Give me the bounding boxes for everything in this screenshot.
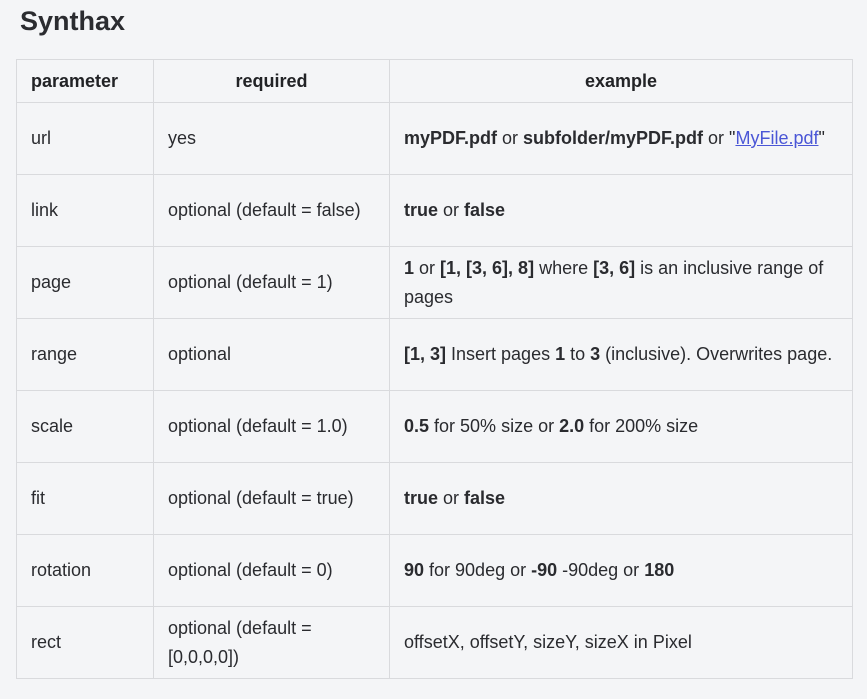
example-code: [1, [3, 6], 8]	[440, 257, 535, 278]
example-text: (inclusive). Overwrites page.	[600, 344, 833, 364]
example-code: subfolder/myPDF.pdf	[523, 128, 704, 148]
table-row: url yes myPDF.pdf or subfolder/myPDF.pdf o…	[16, 102, 853, 175]
example-code: 3	[590, 344, 601, 364]
cell-parameter: link	[16, 174, 154, 247]
table-row: rect optional (default = [0,0,0,0]) offset…	[16, 606, 853, 679]
cell-example: 1 or [1, [3, 6], 8] where [3, 6] is an i…	[389, 246, 853, 319]
cell-parameter: page	[16, 246, 154, 319]
cell-required: optional (default = [0,0,0,0])	[153, 606, 390, 679]
example-code: myPDF.pdf	[404, 128, 498, 148]
table-row: rotation optional (default = 0) 90 for 90d…	[16, 534, 853, 607]
cell-required: optional (default = true)	[153, 462, 390, 535]
cell-required: optional (default = false)	[153, 174, 390, 247]
table-row: scale optional (default = 1.0) 0.5 for 50%…	[16, 390, 853, 463]
example-code: true	[404, 488, 439, 508]
example-code: true	[404, 200, 439, 220]
header-parameter: parameter	[16, 59, 154, 103]
header-row: parameter required example	[16, 59, 853, 103]
cell-required: optional (default = 0)	[153, 534, 390, 607]
example-text: or	[438, 200, 465, 220]
example-code: 90	[404, 560, 425, 580]
cell-example: true or false	[389, 462, 853, 535]
example-text: Insert pages	[446, 344, 556, 364]
example-code: false	[464, 488, 506, 508]
table-header: parameter required example	[16, 59, 853, 103]
header-example: example	[389, 59, 853, 103]
cell-parameter: rect	[16, 606, 154, 679]
example-text: or	[414, 257, 441, 278]
cell-required: optional	[153, 318, 390, 391]
example-text: -90deg or	[557, 560, 645, 580]
cell-example: true or false	[389, 174, 853, 247]
example-text: "	[818, 128, 825, 148]
example-text: or "	[703, 128, 736, 148]
table-row: fit optional (default = true) true or fals…	[16, 462, 853, 535]
example-text: for 90deg or	[424, 560, 532, 580]
example-code: false	[464, 200, 506, 220]
example-code: -90	[531, 560, 558, 580]
cell-required: optional (default = 1)	[153, 246, 390, 319]
page-title: Synthax	[20, 6, 126, 36]
example-code: [1, 3]	[404, 344, 447, 364]
cell-example: 90 for 90deg or -90 -90deg or 180	[389, 534, 853, 607]
example-text: for 50% size or	[429, 416, 560, 436]
example-code: 0.5	[404, 416, 430, 436]
cell-parameter: fit	[16, 462, 154, 535]
cell-example: offsetX, offsetY, sizeY, sizeX in Pixel	[389, 606, 853, 679]
cell-parameter: rotation	[16, 534, 154, 607]
example-text: where	[534, 257, 594, 278]
example-text: offsetX, offsetY, sizeY, sizeX in Pixel	[404, 632, 692, 652]
cell-example: myPDF.pdf or subfolder/myPDF.pdf or "MyF…	[389, 102, 853, 175]
table-row: link optional (default = false) true or fa…	[16, 174, 853, 247]
cell-example: 0.5 for 50% size or 2.0 for 200% size	[389, 390, 853, 463]
cell-required: optional (default = 1.0)	[153, 390, 390, 463]
example-code: [3, 6]	[593, 257, 636, 278]
example-code: 2.0	[559, 416, 585, 436]
example-code: 1	[555, 344, 566, 364]
example-text: for 200% size	[584, 416, 699, 436]
cell-parameter: url	[16, 102, 154, 175]
parameters-table: parameter required example url yes myPDF.p…	[16, 59, 853, 679]
example-text: or	[438, 488, 465, 508]
header-required: required	[153, 59, 390, 103]
table-body: url yes myPDF.pdf or subfolder/myPDF.pdf o…	[16, 102, 853, 679]
table-row: range optional [1, 3] Insert pages 1 to 3 …	[16, 318, 853, 391]
example-code: 180	[644, 560, 675, 580]
table-row: page optional (default = 1) 1 or [1, [3, 6…	[16, 246, 853, 319]
example-code: 1	[404, 257, 415, 278]
example-text: to	[565, 344, 591, 364]
cell-required: yes	[153, 102, 390, 175]
example-text: or	[497, 128, 524, 148]
example-file-link[interactable]: MyFile.pdf	[735, 128, 818, 148]
cell-parameter: range	[16, 318, 154, 391]
cell-example: [1, 3] Insert pages 1 to 3 (inclusive). …	[389, 318, 853, 391]
cell-parameter: scale	[16, 390, 154, 463]
